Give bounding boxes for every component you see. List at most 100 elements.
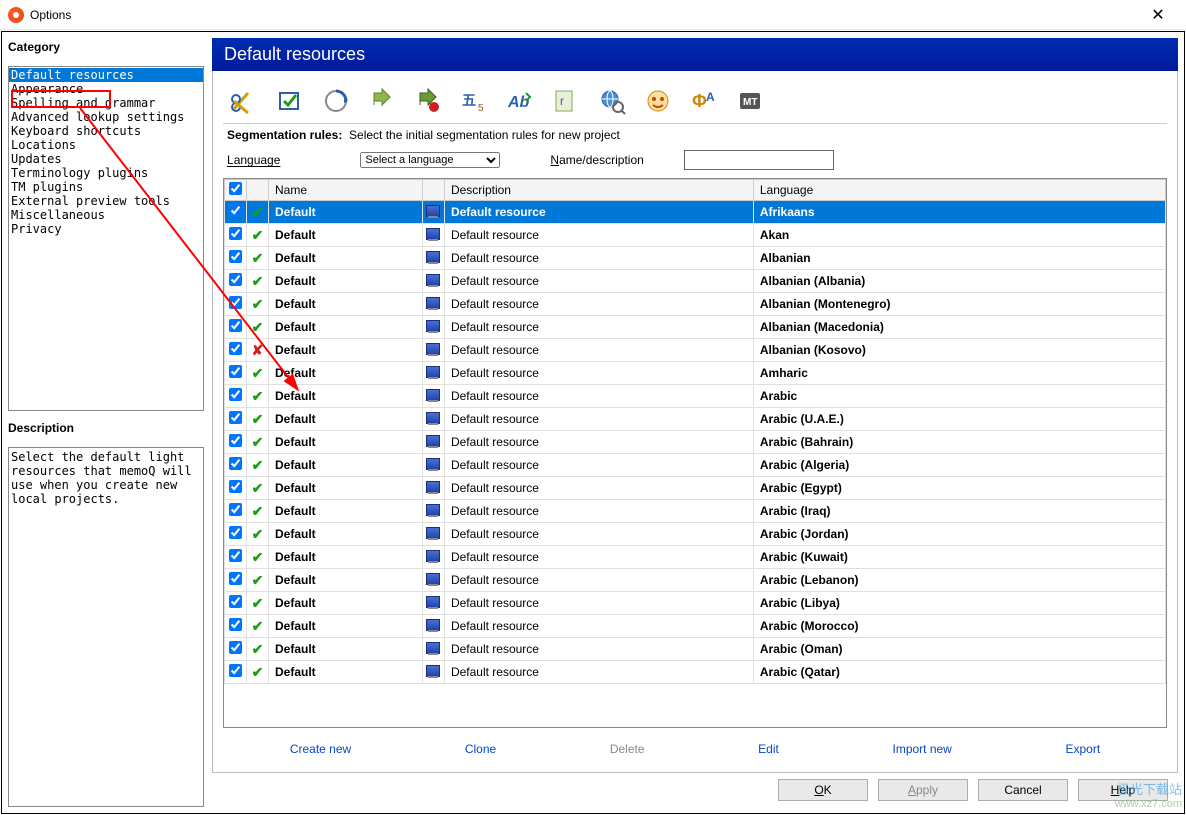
- cancel-button[interactable]: Cancel: [978, 779, 1068, 801]
- table-row[interactable]: ✔DefaultDefault resourceArabic (Algeria): [225, 454, 1166, 477]
- row-checkbox[interactable]: [229, 296, 242, 309]
- table-row[interactable]: ✔DefaultDefault resourceAfrikaans: [225, 201, 1166, 224]
- table-row[interactable]: ✔DefaultDefault resourceAlbanian (Macedo…: [225, 316, 1166, 339]
- table-row[interactable]: ✔DefaultDefault resourceArabic (Libya): [225, 592, 1166, 615]
- category-item[interactable]: Miscellaneous: [9, 208, 203, 222]
- row-checkbox[interactable]: [229, 411, 242, 424]
- check-icon: ✔: [252, 227, 264, 243]
- table-row[interactable]: ✔DefaultDefault resourceArabic (Egypt): [225, 477, 1166, 500]
- category-item[interactable]: Keyboard shortcuts: [9, 124, 203, 138]
- disk-icon: [426, 366, 440, 378]
- row-checkbox[interactable]: [229, 457, 242, 470]
- table-row[interactable]: ✔DefaultDefault resourceAkan: [225, 224, 1166, 247]
- row-description: Default resource: [444, 638, 753, 661]
- ignore-lists-icon[interactable]: r: [551, 85, 583, 117]
- autotrans-icon[interactable]: Ab: [505, 85, 537, 117]
- table-row[interactable]: ✔DefaultDefault resourceArabic (Bahrain): [225, 431, 1166, 454]
- table-row[interactable]: ✔DefaultDefault resourceArabic (Morocco): [225, 615, 1166, 638]
- check-icon: ✔: [252, 319, 264, 335]
- row-language: Albanian (Kosovo): [753, 339, 1165, 362]
- row-description: Default resource: [444, 339, 753, 362]
- table-row[interactable]: ✔DefaultDefault resourceArabic (Oman): [225, 638, 1166, 661]
- table-row[interactable]: ✔DefaultDefault resourceAlbanian (Albani…: [225, 270, 1166, 293]
- check-icon: ✔: [252, 572, 264, 588]
- row-checkbox[interactable]: [229, 503, 242, 516]
- row-checkbox[interactable]: [229, 434, 242, 447]
- row-checkbox[interactable]: [229, 572, 242, 585]
- row-checkbox[interactable]: [229, 641, 242, 654]
- row-checkbox[interactable]: [229, 204, 242, 217]
- category-item[interactable]: Locations: [9, 138, 203, 152]
- check-icon: ✔: [252, 411, 264, 427]
- web-search-icon[interactable]: [597, 85, 629, 117]
- category-item[interactable]: Privacy: [9, 222, 203, 236]
- col-language[interactable]: Language: [753, 180, 1165, 201]
- row-checkbox[interactable]: [229, 480, 242, 493]
- font-sub-icon[interactable]: ΦA: [689, 85, 721, 117]
- ok-button[interactable]: OK: [778, 779, 868, 801]
- category-item[interactable]: TM plugins: [9, 180, 203, 194]
- tm-settings-icon[interactable]: [321, 85, 353, 117]
- window-title: Options: [30, 8, 1138, 22]
- qa-settings-icon[interactable]: [275, 85, 307, 117]
- category-list[interactable]: Default resourcesAppearanceSpelling and …: [8, 66, 204, 411]
- table-row[interactable]: ✔DefaultDefault resourceArabic (U.A.E.): [225, 408, 1166, 431]
- annotation-rectangle: [11, 90, 111, 108]
- category-item[interactable]: Default resources: [9, 68, 203, 82]
- col-name[interactable]: Name: [269, 180, 423, 201]
- name-filter-input[interactable]: [684, 150, 834, 170]
- row-checkbox[interactable]: [229, 388, 242, 401]
- table-row[interactable]: ✔DefaultDefault resourceAmharic: [225, 362, 1166, 385]
- table-row[interactable]: ✔DefaultDefault resourceArabic (Iraq): [225, 500, 1166, 523]
- check-icon: ✔: [252, 296, 264, 312]
- export-link[interactable]: Export: [1065, 742, 1100, 756]
- category-item[interactable]: Updates: [9, 152, 203, 166]
- row-checkbox[interactable]: [229, 664, 242, 677]
- table-row[interactable]: ✔DefaultDefault resourceArabic (Qatar): [225, 661, 1166, 684]
- edit-link[interactable]: Edit: [758, 742, 779, 756]
- export-path-icon[interactable]: [367, 85, 399, 117]
- table-row[interactable]: ✔DefaultDefault resourceArabic (Kuwait): [225, 546, 1166, 569]
- language-select[interactable]: Select a language: [360, 152, 500, 168]
- table-row[interactable]: ✔DefaultDefault resourceArabic (Jordan): [225, 523, 1166, 546]
- segmentation-rules-icon[interactable]: [229, 85, 261, 117]
- disk-icon: [426, 573, 440, 585]
- table-row[interactable]: ✔DefaultDefault resourceAlbanian (Monten…: [225, 293, 1166, 316]
- row-checkbox[interactable]: [229, 526, 242, 539]
- import-new-link[interactable]: Import new: [892, 742, 951, 756]
- row-name: Default: [269, 201, 423, 224]
- row-name: Default: [269, 523, 423, 546]
- check-icon: ✔: [252, 526, 264, 542]
- row-checkbox[interactable]: [229, 365, 242, 378]
- table-row[interactable]: ✔DefaultDefault resourceArabic: [225, 385, 1166, 408]
- row-checkbox[interactable]: [229, 250, 242, 263]
- row-description: Default resource: [444, 431, 753, 454]
- col-description[interactable]: Description: [444, 180, 753, 201]
- livedocs-icon[interactable]: [643, 85, 675, 117]
- row-checkbox[interactable]: [229, 618, 242, 631]
- category-item[interactable]: External preview tools: [9, 194, 203, 208]
- row-checkbox[interactable]: [229, 319, 242, 332]
- row-name: Default: [269, 500, 423, 523]
- row-checkbox[interactable]: [229, 549, 242, 562]
- row-checkbox[interactable]: [229, 273, 242, 286]
- row-checkbox[interactable]: [229, 595, 242, 608]
- row-checkbox[interactable]: [229, 342, 242, 355]
- category-item[interactable]: Advanced lookup settings: [9, 110, 203, 124]
- clone-link[interactable]: Clone: [465, 742, 496, 756]
- row-checkbox[interactable]: [229, 227, 242, 240]
- dialog-buttons: OK Apply Cancel Help: [212, 777, 1178, 807]
- close-icon[interactable]: ✕: [1138, 5, 1178, 25]
- nontrans-icon[interactable]: 五5: [459, 85, 491, 117]
- col-location: [422, 180, 444, 201]
- autocorrect-icon[interactable]: [413, 85, 445, 117]
- category-item[interactable]: Terminology plugins: [9, 166, 203, 180]
- create-new-link[interactable]: Create new: [290, 742, 351, 756]
- col-checkbox[interactable]: [225, 180, 247, 201]
- table-row[interactable]: ✔DefaultDefault resourceArabic (Lebanon): [225, 569, 1166, 592]
- titlebar: Options ✕: [0, 0, 1186, 30]
- mt-settings-icon[interactable]: MT: [735, 85, 767, 117]
- table-row[interactable]: ✘DefaultDefault resourceAlbanian (Kosovo…: [225, 339, 1166, 362]
- table-row[interactable]: ✔DefaultDefault resourceAlbanian: [225, 247, 1166, 270]
- col-status: [247, 180, 269, 201]
